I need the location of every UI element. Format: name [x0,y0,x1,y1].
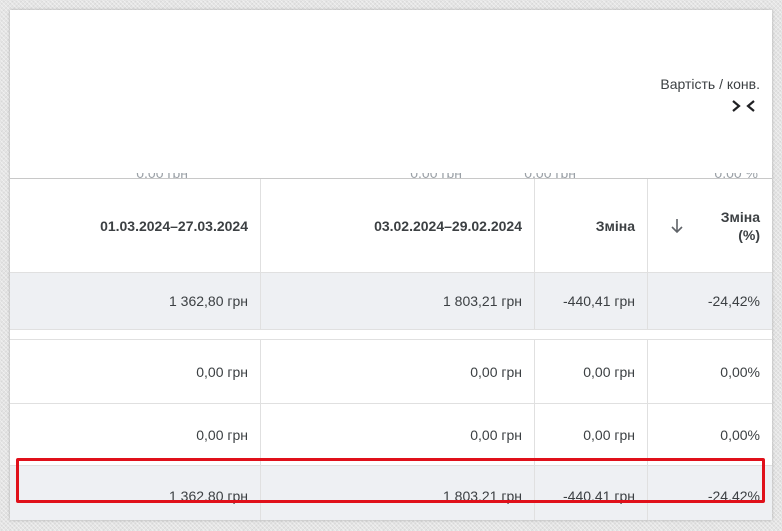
metric-column-title[interactable]: Вартість / конв. [660,76,760,92]
column-header-change-pct[interactable]: Зміна (%) [648,179,772,272]
column-header-current-period[interactable]: 01.03.2024–27.03.2024 [10,179,261,272]
column-header-change[interactable]: Зміна [535,179,648,272]
current-cell: 0,00 грн [10,404,261,465]
previous-cell: 1 803,21 грн [261,466,535,520]
change-cell: 0,00 грн [535,340,648,403]
current-cell: 1 362,80 грн [10,466,261,520]
table-row[interactable]: 0,00 грн 0,00 грн 0,00 грн 0,00% [10,404,772,466]
table-top-header: Вартість / конв. [10,10,772,178]
change-cell: -440,41 грн [535,466,648,520]
row-separator [10,330,772,340]
change-pct-label: Зміна (%) [720,208,760,243]
report-table-panel: Вартість / конв. 0,00 грн 0,00 грн 0,00 … [10,10,772,520]
change-pct-cell: 0,00% [720,426,760,443]
column-header-previous-period[interactable]: 03.02.2024–29.02.2024 [261,179,535,272]
expand-collapse-icon[interactable] [730,98,758,114]
change-pct-cell: 0,00% [720,363,760,380]
change-pct-cell: -24,42% [707,488,760,504]
current-cell: 0,00 грн [10,340,261,403]
arrow-down-icon [671,218,683,233]
column-header-row: 01.03.2024–27.03.2024 03.02.2024–29.02.2… [10,179,772,273]
total-change-cell: -440,41 грн [535,273,648,329]
total-current-cell: 1 362,80 грн [10,273,261,329]
previous-cell: 0,00 грн [261,340,535,403]
total-change-pct-cell: -24,42% [707,293,760,309]
previous-cell: 0,00 грн [261,404,535,465]
change-cell: 0,00 грн [535,404,648,465]
total-previous-cell: 1 803,21 грн [261,273,535,329]
table-row[interactable]: 0,00 грн 0,00 грн 0,00 грн 0,00% [10,340,772,404]
table-row-highlighted[interactable]: 1 362,80 грн 1 803,21 грн -440,41 грн -2… [10,466,772,520]
total-row: 1 362,80 грн 1 803,21 грн -440,41 грн -2… [10,273,772,330]
